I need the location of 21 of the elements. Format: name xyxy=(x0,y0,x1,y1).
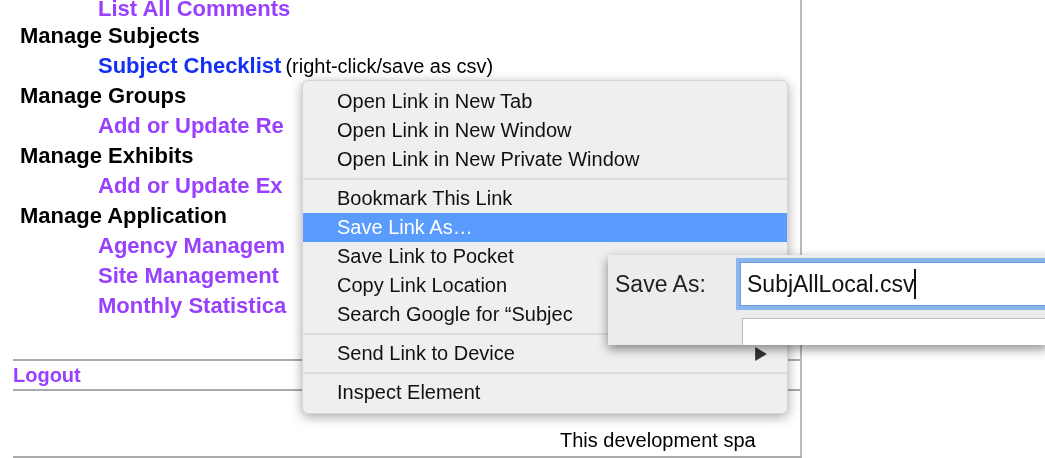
input-field[interactable] xyxy=(742,318,1045,345)
menu-item[interactable]: Open Link in New Tab xyxy=(303,87,787,116)
nav-link[interactable]: Subject Checklist xyxy=(98,53,282,78)
nav-link[interactable]: Monthly Statistica xyxy=(98,293,287,318)
footer-text: This development spa xyxy=(559,429,757,452)
nav-link[interactable]: Add or Update Ex xyxy=(98,173,283,198)
link-note: (right-click/save as csv) xyxy=(285,55,494,77)
section-heading: Manage Application xyxy=(20,202,227,230)
menu-item[interactable]: Open Link in New Window xyxy=(303,116,787,145)
menu-item[interactable]: Open Link in New Private Window xyxy=(303,145,787,174)
nav-link[interactable]: Add or Update Re xyxy=(98,113,284,138)
menu-item[interactable]: Inspect Element xyxy=(303,378,787,407)
nav-link[interactable]: Site Management xyxy=(98,263,279,288)
nav-link[interactable]: Agency Managem xyxy=(98,233,286,258)
menu-item[interactable]: Bookmark This Link xyxy=(303,184,787,213)
field-label: Save As: xyxy=(615,270,707,298)
section-heading: Manage Groups xyxy=(20,82,187,110)
section-heading: Manage Exhibits xyxy=(20,142,194,170)
menu-item[interactable]: Send Link to Device xyxy=(303,339,787,368)
nav-link[interactable]: List All Comments xyxy=(98,0,291,21)
section-heading: Manage Subjects xyxy=(20,22,200,50)
